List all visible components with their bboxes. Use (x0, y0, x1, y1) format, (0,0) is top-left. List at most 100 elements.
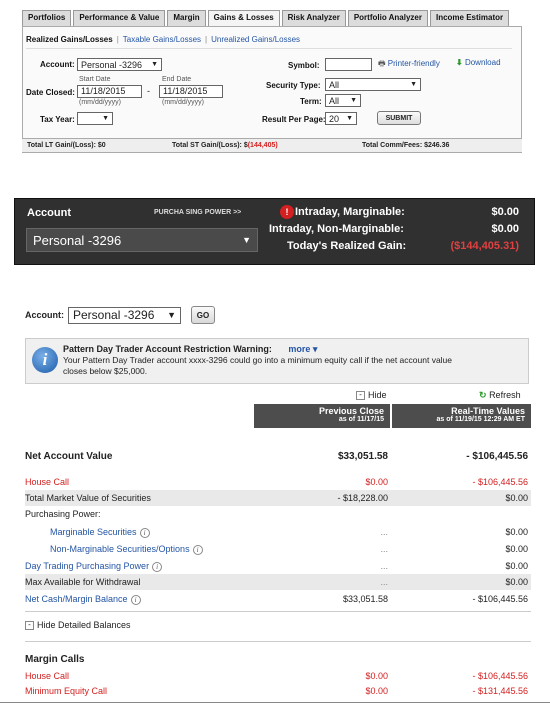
info-icon[interactable]: i (192, 544, 203, 555)
pdt-warning-box: i Pattern Day Trader Account Restriction… (25, 338, 529, 384)
account-select-label: Account: (25, 310, 64, 320)
intraday-marginable-label: Intraday, Marginable: (295, 206, 405, 218)
info-icon[interactable]: i (130, 594, 141, 605)
start-date-format: (mm/dd/yyyy) (79, 99, 121, 106)
subnav-taxable[interactable]: Taxable Gains/Losses (123, 35, 201, 44)
realized-gain-label: Today's Realized Gain: (287, 240, 407, 252)
tab-performance-value[interactable]: Performance & Value (73, 10, 166, 26)
purchasing-power-link[interactable]: PURCHA SING POWER >> (154, 209, 241, 216)
info-icon[interactable]: i (139, 527, 150, 538)
term-select[interactable]: All ▼ (325, 94, 361, 107)
subnav-divider (26, 48, 512, 49)
hide-detailed-balances-toggle[interactable]: - Hide Detailed Balances (25, 620, 131, 631)
end-date-format: (mm/dd/yyyy) (162, 99, 204, 106)
page-bottom-border (0, 702, 550, 703)
account-label: Account: (40, 60, 75, 69)
real-time-header: Real-Time Values as of 11/19/15 12:29 AM… (392, 404, 531, 428)
margin-house-call-row: House Call $0.00 - $106,445.56 (25, 671, 528, 681)
submit-button[interactable]: SUBMIT (377, 111, 421, 125)
total-st-gain: Total ST Gain/(Loss): $(144,405) (172, 142, 278, 149)
account-select-2[interactable]: Personal -3296 ▼ (68, 306, 181, 324)
chevron-down-icon: ▼ (102, 115, 109, 122)
refresh-button[interactable]: ↻ Refresh (479, 390, 521, 401)
total-comm-fees: Total Comm/Fees: $246.36 (362, 142, 450, 149)
security-type-select[interactable]: All ▼ (325, 78, 421, 91)
tab-income-estimator[interactable]: Income Estimator (429, 10, 510, 26)
previous-close-header: Previous Close as of 11/17/15 (254, 404, 390, 428)
term-label: Term: (300, 97, 322, 106)
totals-bar: Total LT Gain/(Loss): $0 Total ST Gain/(… (22, 138, 522, 152)
account-heading: Account (27, 207, 71, 219)
tab-bar: Portfolios Performance & Value Margin Ga… (22, 10, 511, 27)
day-trading-pp-row: Day Trading Purchasing Power i ... $0.00 (25, 560, 528, 572)
intraday-nonmarginable-value: $0.00 (491, 223, 519, 235)
tab-margin[interactable]: Margin (167, 10, 206, 26)
date-closed-label: Date Closed: (26, 88, 75, 97)
result-per-page-select[interactable]: 20 ▼ (325, 112, 357, 125)
end-date-label: End Date (162, 76, 192, 83)
tax-year-select[interactable]: ▼ (77, 112, 113, 125)
chevron-down-icon: ▼ (151, 61, 158, 68)
download-arrow-icon: ⬇ (456, 58, 463, 67)
symbol-input[interactable] (325, 58, 372, 71)
marginable-securities-link[interactable]: Marginable Securities (50, 527, 137, 537)
chevron-down-icon: ▼ (346, 115, 353, 122)
intraday-marginable-value: $0.00 (491, 206, 519, 218)
caret-down-icon: ▼ (242, 235, 251, 245)
marginable-securities-row: Marginable Securities i ... $0.00 (50, 526, 528, 538)
net-cash-row: Net Cash/Margin Balance i $33,051.58 - $1… (25, 593, 528, 605)
minus-icon: - (25, 621, 34, 631)
day-trading-pp-link[interactable]: Day Trading Purchasing Power (25, 561, 149, 571)
tab-risk-analyzer[interactable]: Risk Analyzer (281, 10, 346, 26)
start-date-input[interactable]: 11/18/2015 (77, 85, 142, 98)
subnav-realized[interactable]: Realized Gains/Losses (26, 35, 113, 44)
go-button[interactable]: GO (191, 306, 215, 324)
account-select-row: Account: Personal -3296 ▼ GO (25, 306, 215, 324)
intraday-nonmarginable-label: Intraday, Non-Marginable: (269, 223, 404, 235)
non-marginable-link[interactable]: Non-Marginable Securities/Options (50, 544, 190, 554)
non-marginable-row: Non-Marginable Securities/Options i ... $… (50, 543, 528, 555)
margin-calls-title: Margin Calls (25, 654, 85, 665)
max-withdrawal-row: Max Available for Withdrawal ... $0.00 (25, 574, 531, 590)
alert-icon: ! (280, 205, 294, 219)
tab-portfolio-analyzer[interactable]: Portfolio Analyzer (347, 10, 428, 26)
subnav-unrealized[interactable]: Unrealized Gains/Losses (211, 35, 300, 44)
account-select-value: Personal -3296 (81, 59, 143, 70)
refresh-icon: ↻ (479, 390, 487, 400)
purchasing-power-row: Purchasing Power: (25, 509, 101, 519)
tab-portfolios[interactable]: Portfolios (22, 10, 72, 26)
divider (25, 611, 531, 612)
printer-friendly-link[interactable]: 🖶 Printer-friendly (378, 58, 440, 72)
subnav: Realized Gains/Losses | Taxable Gains/Loss… (26, 35, 301, 44)
info-icon: i (32, 347, 58, 373)
total-lt-gain: Total LT Gain/(Loss): $0 (27, 142, 106, 149)
warning-line-2: closes below $25,000. (63, 366, 148, 376)
minimum-equity-call-row: Minimum Equity Call $0.00 - $131,445.56 (25, 686, 528, 696)
chevron-down-icon: ▼ (410, 81, 417, 88)
minus-icon: - (356, 391, 365, 401)
tab-gains-losses[interactable]: Gains & Losses (207, 10, 280, 26)
total-market-value-row: Total Market Value of Securities - $18,2… (25, 490, 531, 506)
net-cash-link[interactable]: Net Cash/Margin Balance (25, 594, 128, 604)
account-dropdown[interactable]: Personal -3296 ▼ (26, 228, 258, 252)
more-link[interactable]: more ▾ (288, 344, 317, 354)
tax-year-label: Tax Year: (40, 115, 75, 124)
hide-toggle[interactable]: - Hide (356, 390, 387, 401)
account-select[interactable]: Personal -3296 ▼ (77, 58, 162, 71)
account-summary-bar: Account PURCHA SING POWER >> Personal -3… (14, 198, 535, 265)
chevron-down-icon: ▼ (350, 97, 357, 104)
start-date-label: Start Date (79, 76, 111, 83)
house-call-row: House Call $0.00 - $106,445.56 (25, 477, 528, 487)
realized-gain-value: ($144,405.31) (450, 240, 520, 252)
warning-title: Pattern Day Trader Account Restriction W… (63, 344, 318, 354)
printer-icon: 🖶 (378, 59, 386, 68)
info-icon[interactable]: i (152, 561, 163, 572)
warning-line-1: Your Pattern Day Trader account xxxx-329… (63, 355, 453, 365)
date-range-dash: - (147, 86, 150, 96)
divider (25, 641, 531, 642)
security-type-label: Security Type: (266, 81, 321, 90)
result-per-page-label: Result Per Page: (262, 115, 326, 124)
download-link[interactable]: ⬇ Download (456, 58, 501, 67)
chevron-down-icon: ▼ (167, 310, 176, 320)
end-date-input[interactable]: 11/18/2015 (159, 85, 223, 98)
